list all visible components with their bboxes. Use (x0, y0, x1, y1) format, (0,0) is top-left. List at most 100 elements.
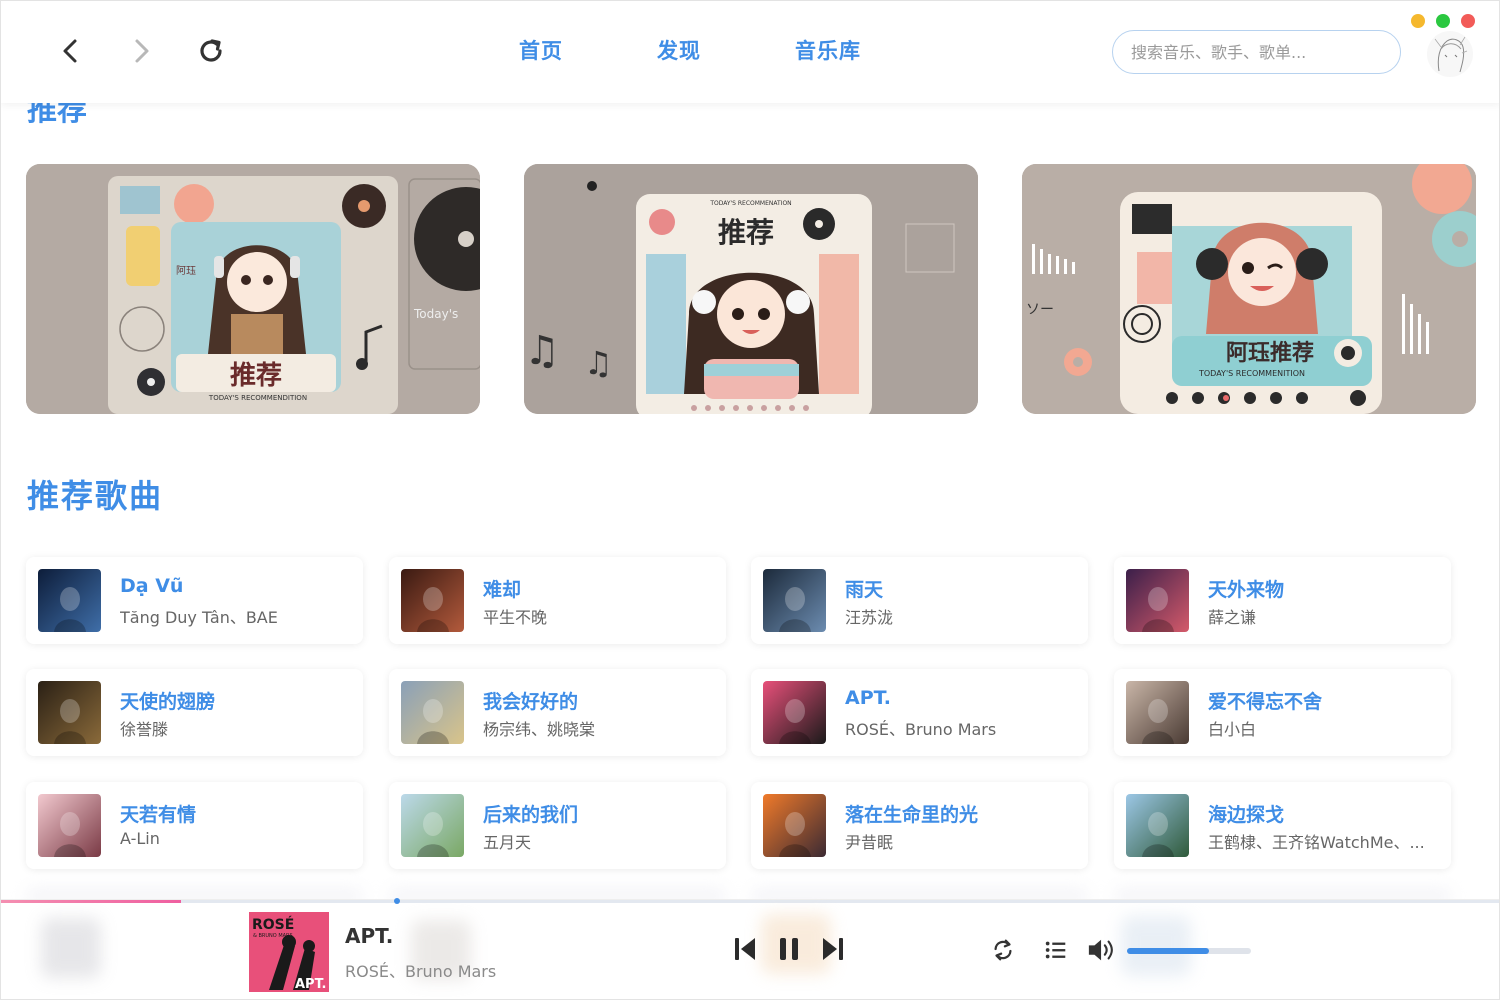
banner-2-notes-left: ♫ (524, 328, 560, 374)
song-artist[interactable]: 徐誉滕 (120, 716, 168, 740)
song-cover[interactable] (1126, 569, 1189, 632)
song-card[interactable]: 天使的翅膀 徐誉滕 (26, 669, 363, 756)
song-title[interactable]: 海边探戈 (1208, 800, 1284, 827)
song-artist[interactable]: A-Lin (120, 829, 160, 848)
banner-2[interactable]: TODAY'S RECOMMENATION 推荐 ♫ ♫ (524, 164, 978, 414)
close-button[interactable] (1461, 14, 1475, 28)
song-artist[interactable]: 杨宗纬、姚晓棠 (483, 716, 595, 740)
volume-slider[interactable] (1127, 948, 1251, 954)
album-art (401, 569, 464, 632)
song-card[interactable]: 落在生命里的光 尹昔眠 (751, 782, 1088, 869)
volume-button[interactable] (1085, 934, 1119, 966)
cover-text: ROSÉ (252, 916, 294, 933)
song-title[interactable]: 天若有情 (120, 800, 196, 827)
skip-next-icon (823, 938, 843, 960)
avatar-sketch-icon (1434, 36, 1468, 73)
song-title[interactable]: 我会好好的 (483, 687, 578, 714)
banner-1-vertical-text: 阿珏 (176, 265, 196, 277)
song-artist[interactable]: 尹昔眠 (845, 829, 893, 853)
song-cover[interactable] (38, 794, 101, 857)
song-card[interactable]: 我会好好的 杨宗纬、姚晓棠 (389, 669, 726, 756)
album-art (38, 681, 101, 744)
playlist-button[interactable] (1042, 936, 1070, 964)
user-avatar[interactable] (1427, 31, 1473, 77)
tab-library[interactable]: 音乐库 (795, 35, 861, 65)
song-title[interactable]: 后来的我们 (483, 800, 578, 827)
cover-subtext: & BRUNO MARS (253, 933, 293, 939)
tab-home[interactable]: 首页 (519, 35, 563, 65)
back-button[interactable] (51, 29, 91, 73)
banner-3-side-text: ソー (1026, 302, 1054, 318)
progress-fill (1, 900, 181, 903)
song-cover[interactable] (763, 569, 826, 632)
song-card[interactable]: 天外来物 薛之谦 (1114, 557, 1451, 644)
song-card[interactable]: Dạ Vũ Tăng Duy Tân、BAE (26, 557, 363, 644)
album-art (1126, 681, 1189, 744)
song-cover[interactable] (763, 794, 826, 857)
song-artist[interactable]: ROSÉ、Bruno Mars (845, 716, 996, 740)
song-title[interactable]: APT. (845, 687, 891, 709)
song-artist[interactable]: 五月天 (483, 829, 531, 853)
song-cover[interactable] (38, 569, 101, 632)
now-playing-title: APT. (345, 924, 394, 948)
main-tabs: 首页 发现 音乐库 (519, 35, 861, 65)
banner-1-side-text: Today's (413, 307, 458, 321)
banner-2-main-text: 推荐 (718, 216, 774, 249)
banner-2-artwork: TODAY'S RECOMMENATION 推荐 ♫ ♫ (524, 164, 978, 414)
song-artist[interactable]: Tăng Duy Tân、BAE (120, 604, 278, 628)
repeat-icon (994, 939, 1012, 961)
pause-button[interactable] (775, 934, 803, 964)
minimize-button[interactable] (1411, 14, 1425, 28)
tab-discover[interactable]: 发现 (657, 35, 701, 65)
banner-3-main-text: 阿珏推荐 (1226, 340, 1314, 366)
song-artist[interactable]: 平生不晚 (483, 604, 547, 628)
forward-button[interactable] (121, 29, 161, 73)
now-playing-artist: ROSÉ、Bruno Mars (345, 962, 497, 981)
app-window: 首页 发现 音乐库 推荐 (0, 0, 1500, 1000)
song-cover[interactable] (38, 681, 101, 744)
song-card[interactable]: 难却 平生不晚 (389, 557, 726, 644)
song-cover[interactable] (1126, 794, 1189, 857)
song-card[interactable]: 天若有情 A-Lin (26, 782, 363, 869)
banner-2-sub-text: TODAY'S RECOMMENATION (709, 200, 791, 207)
maximize-button[interactable] (1436, 14, 1450, 28)
song-cover[interactable] (401, 794, 464, 857)
song-card[interactable]: APT. ROSÉ、Bruno Mars (751, 669, 1088, 756)
repeat-button[interactable] (989, 936, 1017, 964)
song-title[interactable]: 雨天 (845, 575, 883, 602)
search-input[interactable] (1112, 30, 1401, 74)
song-card[interactable]: 海边探戈 王鹤棣、王齐铭WatchMe、... (1114, 782, 1451, 869)
song-title[interactable]: Dạ Vũ (120, 575, 183, 597)
progress-bar[interactable] (1, 898, 1499, 904)
song-card[interactable]: 后来的我们 五月天 (389, 782, 726, 869)
song-card[interactable]: 爱不得忘不舍 白小白 (1114, 669, 1451, 756)
album-art (38, 569, 101, 632)
song-artist[interactable]: 王鹤棣、王齐铭WatchMe、... (1208, 829, 1425, 853)
volume-fill (1127, 948, 1209, 954)
volume-icon (1088, 939, 1113, 961)
song-card[interactable]: 雨天 汪苏泷 (751, 557, 1088, 644)
song-cover[interactable] (1126, 681, 1189, 744)
song-artist[interactable]: 汪苏泷 (845, 604, 893, 628)
chevron-left-icon (63, 39, 77, 63)
song-artist[interactable]: 薛之谦 (1208, 604, 1256, 628)
song-cover[interactable] (401, 569, 464, 632)
previous-button[interactable] (731, 934, 759, 964)
song-cover[interactable] (763, 681, 826, 744)
song-title[interactable]: 天外来物 (1208, 575, 1284, 602)
progress-handle[interactable] (394, 898, 400, 904)
next-button[interactable] (819, 934, 847, 964)
song-cover[interactable] (401, 681, 464, 744)
song-title[interactable]: 落在生命里的光 (845, 800, 978, 827)
banner-3[interactable]: 阿珏推荐 TODAY'S RECOMMENITION ソー (1022, 164, 1476, 414)
banner-1[interactable]: 推荐 TODAY'S RECOMMENDITION Today's 阿珏 (26, 164, 480, 414)
song-title[interactable]: 难却 (483, 575, 521, 602)
list-icon (1045, 941, 1066, 959)
refresh-button[interactable] (191, 29, 231, 73)
song-title[interactable]: 天使的翅膀 (120, 687, 215, 714)
now-playing-cover[interactable]: ROSÉ & BRUNO MARS APT. (249, 912, 329, 992)
banner-3-artwork: 阿珏推荐 TODAY'S RECOMMENITION ソー (1022, 164, 1476, 414)
album-art (763, 569, 826, 632)
song-artist[interactable]: 白小白 (1208, 716, 1256, 740)
song-title[interactable]: 爱不得忘不舍 (1208, 687, 1322, 714)
